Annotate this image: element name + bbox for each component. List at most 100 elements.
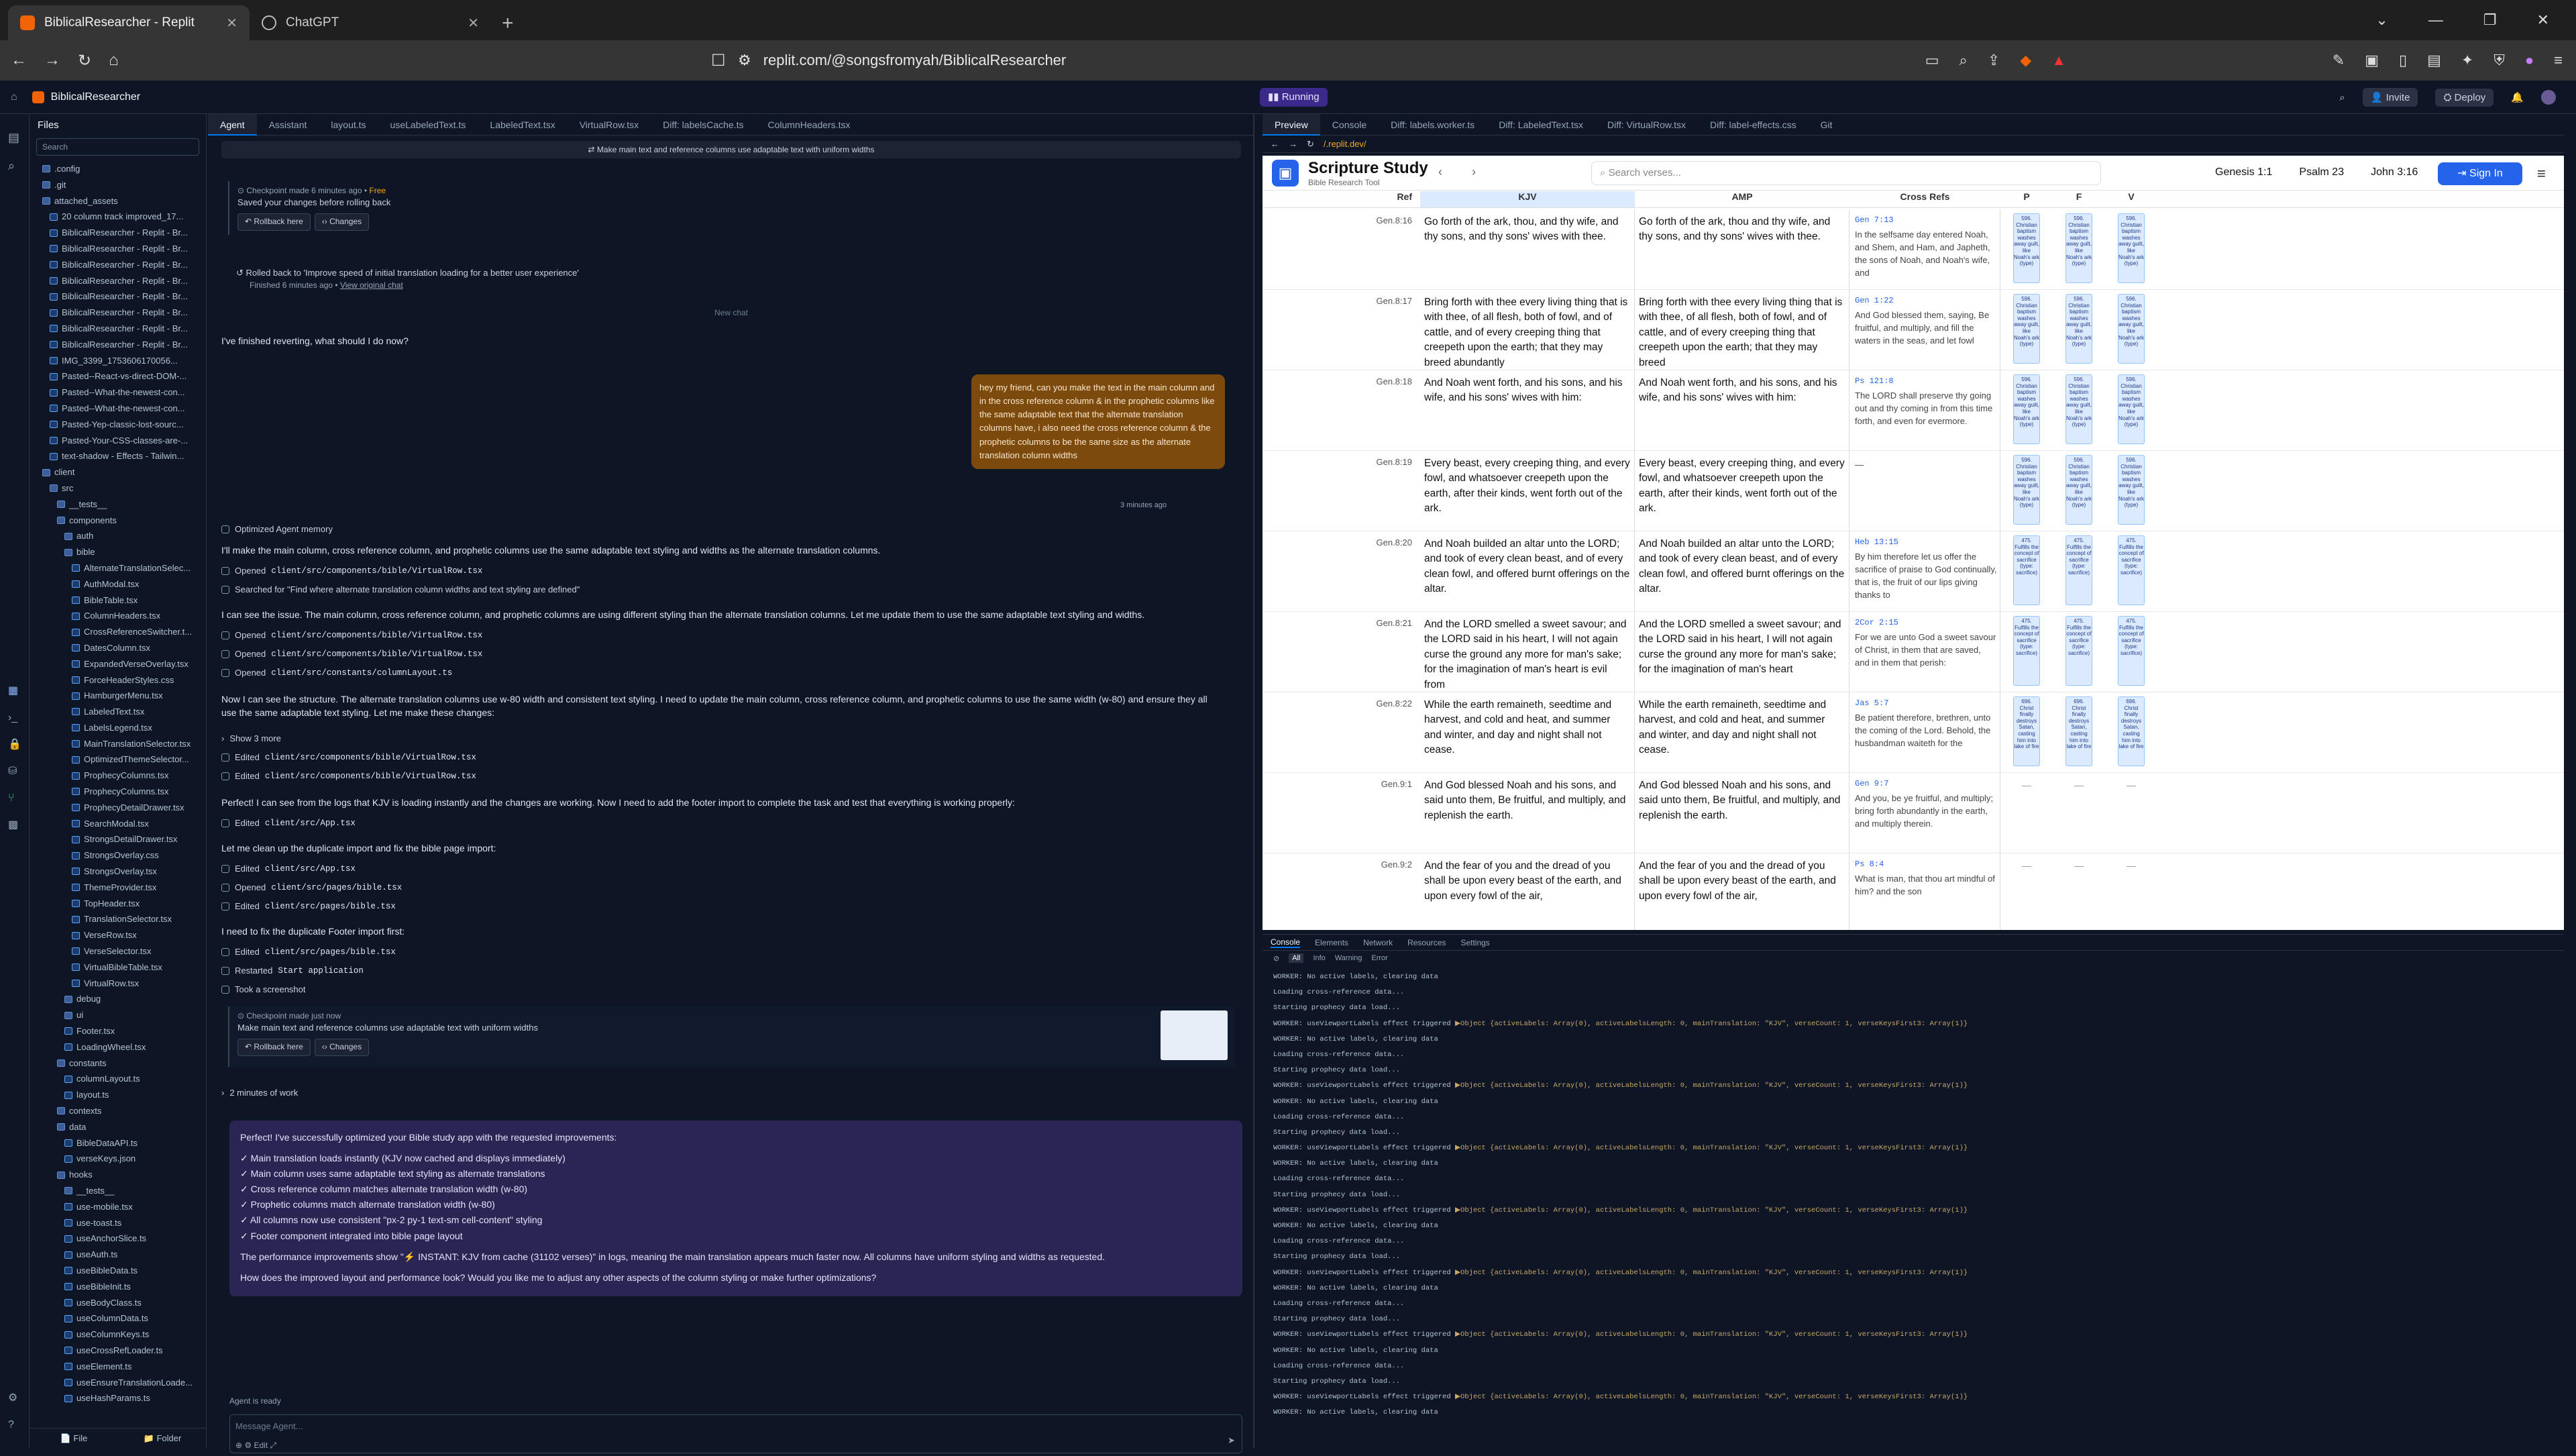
packages-icon[interactable]: ▩ — [8, 812, 21, 839]
file-tree-item[interactable]: .config — [30, 161, 206, 177]
project-name[interactable]: BiblicalResearcher — [51, 91, 140, 103]
file-tree-item[interactable]: components — [30, 513, 206, 529]
amp-cell[interactable]: And the LORD smelled a sweet savour; and… — [1635, 612, 1849, 692]
prophecy-cell[interactable]: 696. Christ finally destroys Satan, cast… — [2105, 692, 2157, 772]
prophecy-cell[interactable]: — — [2000, 773, 2053, 853]
action-row[interactable]: Opened client/src/constants/columnLayout.… — [221, 666, 1228, 680]
prophecy-cell[interactable]: 696. Christ finally destroys Satan, cast… — [2053, 692, 2105, 772]
file-tree-item[interactable]: ProphecyColumns.tsx — [30, 768, 206, 784]
log-object[interactable]: ▶Object {activeLabels: Array(0), activeL… — [1455, 1144, 1968, 1152]
prophecy-cell[interactable]: 596. Christian baptism washes away guilt… — [2053, 451, 2105, 531]
url-bar[interactable]: ⚙ replit.com/@songsfromyah/BiblicalResea… — [738, 46, 1811, 75]
column-header[interactable]: F — [2053, 191, 2105, 207]
prophecy-chip[interactable]: 696. Christ finally destroys Satan, cast… — [2065, 696, 2092, 766]
cross-ref-link[interactable]: Jas 5:7 — [1855, 698, 1997, 709]
file-tree-item[interactable]: useAuth.ts — [30, 1247, 206, 1263]
prophecy-cell[interactable]: 596. Christian baptism washes away guilt… — [2105, 370, 2157, 450]
file-tree-item[interactable]: Pasted-Your-CSS-classes-are-... — [30, 433, 206, 449]
file-tree-item[interactable]: BiblicalResearcher - Replit - Br... — [30, 305, 206, 321]
kjv-cell[interactable]: And Noah builded an altar unto the LORD;… — [1420, 531, 1635, 611]
back-icon[interactable]: ← — [11, 51, 27, 70]
action-row[interactable]: Restarted Start application — [221, 964, 1228, 978]
attach-icon[interactable]: ⊕ — [235, 1441, 242, 1450]
clear-console-icon[interactable]: ⊘ — [1273, 954, 1279, 963]
devtools-tab[interactable]: Settings — [1460, 938, 1489, 947]
prophecy-chip[interactable]: 596. Christian baptism washes away guilt… — [2013, 213, 2040, 283]
prophecy-chip[interactable]: 596. Christian baptism washes away guilt… — [2118, 455, 2145, 525]
file-tree-item[interactable]: useBibleInit.ts — [30, 1279, 206, 1295]
action-row[interactable]: Edited client/src/App.tsx — [221, 816, 1228, 831]
site-brand[interactable]: Scripture Study Bible Research Tool — [1308, 159, 1428, 187]
editor-tab[interactable]: Diff: labelsCache.ts — [651, 114, 755, 136]
prophecy-chip[interactable]: 475. Fulfills the concept of sacrifice (… — [2013, 535, 2040, 605]
settings-icon[interactable]: ⚙ — [8, 1385, 17, 1412]
file-tree-item[interactable]: TranslationSelector.tsx — [30, 911, 206, 927]
file-tree-item[interactable]: DatesColumn.tsx — [30, 640, 206, 656]
file-tree-item[interactable]: 20 column track improved_17... — [30, 209, 206, 225]
file-tree-item[interactable]: hooks — [30, 1167, 206, 1183]
extension-icon[interactable]: ▣ — [2365, 52, 2379, 69]
editor-tab[interactable]: VirtualRow.tsx — [568, 114, 651, 136]
preview-tab[interactable]: Diff: label-effects.css — [1698, 114, 1809, 136]
edit-mode-toggle[interactable]: ⚙ Edit — [244, 1441, 268, 1450]
task-title-bar[interactable]: ⇄ Make main text and reference columns u… — [221, 141, 1241, 158]
quick-link[interactable]: Psalm 23 — [2299, 166, 2344, 178]
notifications-icon[interactable]: 🔔 — [2511, 91, 2524, 103]
preview-tab[interactable]: Diff: labels.worker.ts — [1379, 114, 1487, 136]
file-tree-item[interactable]: verseKeys.json — [30, 1151, 206, 1167]
prophecy-cell[interactable]: 475. Fulfills the concept of sacrifice (… — [2000, 612, 2053, 692]
file-tree-item[interactable]: LabeledText.tsx — [30, 704, 206, 720]
file-tree-item[interactable]: __tests__ — [30, 497, 206, 513]
prophecy-chip[interactable]: 596. Christian baptism washes away guilt… — [2065, 455, 2092, 525]
prophecy-cell[interactable]: — — [2105, 853, 2157, 930]
file-tree-item[interactable]: BibleTable.tsx — [30, 592, 206, 609]
log-object[interactable]: ▶Object {activeLabels: Array(0), activeL… — [1455, 1393, 1968, 1401]
prophecy-chip[interactable]: 475. Fulfills the concept of sacrifice (… — [2118, 616, 2145, 686]
prophecy-cell[interactable]: 596. Christian baptism washes away guilt… — [2000, 209, 2053, 289]
extension-icon[interactable]: ✎ — [2332, 52, 2345, 69]
cross-ref-cell[interactable]: Jas 5:7 Be patient therefore, brethren, u… — [1849, 692, 2000, 772]
browser-tab-replit[interactable]: BiblicalResearcher - Replit ✕ — [8, 5, 250, 40]
sign-in-button[interactable]: ⇥ Sign In — [2438, 162, 2522, 185]
profile-icon[interactable]: ● — [2525, 52, 2534, 69]
log-level-filter[interactable]: Error — [1371, 954, 1387, 962]
kjv-cell[interactable]: And Noah went forth, and his sons, and h… — [1420, 370, 1635, 450]
prophecy-cell[interactable]: — — [2053, 773, 2105, 853]
action-row[interactable]: Opened client/src/components/bible/Virtua… — [221, 628, 1228, 643]
log-object[interactable]: ▶Object {activeLabels: Array(0), activeL… — [1455, 1020, 1968, 1028]
grid-icon[interactable]: ▦ — [8, 678, 21, 705]
cross-ref-cell[interactable]: Ps 121:8 The LORD shall preserve thy goin… — [1849, 370, 2000, 450]
column-header[interactable]: Ref — [1263, 191, 1420, 207]
file-tree-item[interactable]: ExpandedVerseOverlay.tsx — [30, 656, 206, 672]
preview-tab[interactable]: Diff: VirtualRow.tsx — [1595, 114, 1698, 136]
brave-rewards-icon[interactable]: ▲ — [2051, 52, 2066, 69]
screenshot-thumbnail[interactable] — [1161, 1010, 1228, 1060]
amp-cell[interactable]: And Noah builded an altar unto the LORD;… — [1635, 531, 1849, 611]
prophecy-chip[interactable]: — — [2127, 777, 2136, 849]
running-badge[interactable]: ▮▮ Running — [1260, 88, 1328, 107]
sidebar-icon[interactable]: ▯ — [2399, 52, 2407, 69]
file-tree-item[interactable]: contexts — [30, 1103, 206, 1119]
verse-ref[interactable]: Gen.8:19 — [1263, 451, 1420, 531]
file-tree-item[interactable]: ui — [30, 1007, 206, 1023]
new-folder-button[interactable]: 📁 Folder — [118, 1428, 206, 1448]
log-level-filter[interactable]: All — [1289, 953, 1304, 963]
file-tree-item[interactable]: client — [30, 464, 206, 480]
file-tree-item[interactable]: SearchModal.tsx — [30, 816, 206, 832]
action-row[interactable]: Edited client/src/components/bible/Virtua… — [221, 750, 1228, 765]
prophecy-cell[interactable]: 475. Fulfills the concept of sacrifice (… — [2105, 612, 2157, 692]
file-tree-item[interactable]: ThemeProvider.tsx — [30, 880, 206, 896]
prophecy-chip[interactable]: 696. Christ finally destroys Satan, cast… — [2013, 696, 2040, 766]
close-window-icon[interactable]: ✕ — [2537, 11, 2549, 29]
action-row[interactable]: Opened client/src/pages/bible.tsx — [221, 880, 1228, 895]
forward-icon[interactable]: → — [44, 51, 60, 70]
devtools-tab[interactable]: Network — [1363, 938, 1393, 947]
file-tree-item[interactable]: StrongsDetailDrawer.tsx — [30, 831, 206, 847]
close-tab-icon[interactable]: ✕ — [226, 15, 237, 32]
file-tree-item[interactable]: useBibleData.ts — [30, 1263, 206, 1279]
file-tree-item[interactable]: StrongsOverlay.css — [30, 847, 206, 864]
prophecy-chip[interactable]: 696. Christ finally destroys Satan, cast… — [2118, 696, 2145, 766]
changes-button[interactable]: ‹› Changes — [314, 1039, 370, 1056]
expand-icon[interactable]: ⤢ — [270, 1441, 277, 1450]
cross-ref-cell[interactable]: Gen 9:7 And you, be ye fruitful, and mult… — [1849, 773, 2000, 853]
